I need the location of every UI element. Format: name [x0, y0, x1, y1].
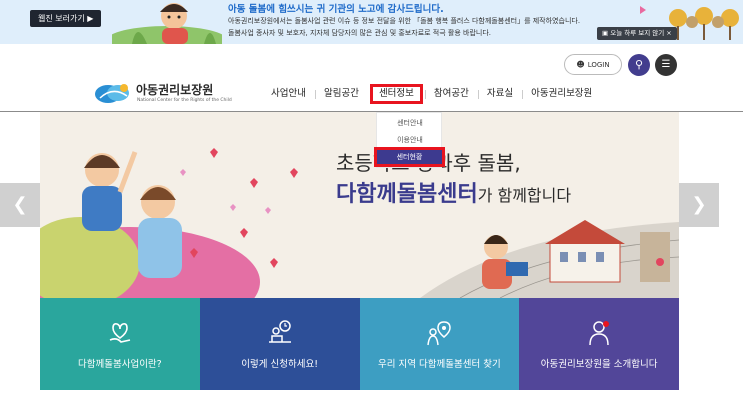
hero-center-name: 다함께돌봄센터	[336, 182, 478, 207]
site-logo[interactable]: 아동권리보장원 National Center for the Rights o…	[94, 80, 232, 106]
nav-item-business[interactable]: 사업안내	[262, 86, 315, 102]
quick-link-about-program[interactable]: 다함께돌봄사업이란?	[40, 298, 200, 390]
login-button[interactable]: ☻ LOGIN	[564, 54, 622, 75]
heart-hand-icon	[109, 323, 131, 343]
logo-text-english: National Center for the Rights of the Ch…	[137, 98, 232, 103]
hamburger-icon: ☰	[661, 59, 671, 70]
nav-item-ncrc[interactable]: 아동권리보장원	[522, 86, 601, 102]
quick-link-find-center[interactable]: 우리 지역 다함께돌봄센터 찾기	[359, 298, 520, 390]
submenu-item-center-guide[interactable]: 센터안내	[377, 118, 443, 128]
quick-link-label: 아동권리보장원을 소개합니다	[540, 359, 658, 370]
submenu-item-center-status[interactable]: 센터현황	[374, 147, 445, 167]
logo-text-korean: 아동권리보장원	[136, 83, 214, 97]
quick-link-label: 다함께돌봄사업이란?	[78, 359, 162, 370]
arrow-right-icon: ❯	[691, 194, 707, 215]
banner-title: 아동 돌봄에 힘쓰시는 귀 기관의 노고에 감사드립니다.	[228, 4, 444, 15]
hero-headline-suffix: 가 함께합니다	[477, 186, 572, 205]
quick-link-label: 우리 지역 다함께돌봄센터 찾기	[378, 359, 501, 370]
today-close-button[interactable]: ▣ 오늘 하루 보지 않기 ×	[597, 27, 677, 40]
slide-prev-button[interactable]: ❮	[0, 183, 40, 227]
quick-link-about-ncrc[interactable]: 아동권리보장원을 소개합니다	[519, 298, 679, 390]
search-button[interactable]: ⚲	[628, 54, 650, 76]
all-menu-button[interactable]: ☰	[655, 54, 677, 76]
person-badge-icon	[589, 321, 610, 346]
center-info-submenu: 센터안내 이용안내 센터현황	[374, 112, 445, 168]
top-notice-banner: 웹진 보러가기 ▶ 아동 돌봄에 힘쓰시는 귀 기관의 노고에 감사드립니다. …	[0, 0, 743, 44]
hero-visual: 초등학교 방과후 돌봄, 다함께돌봄센터가 함께합니다	[40, 112, 679, 298]
banner-text-line1: 아동권리보장원에서는 돌봄사업 관련 이슈 등 정보 전달을 위한 「돌봄 행복…	[228, 17, 581, 25]
nav-item-center-info[interactable]: 센터정보	[369, 84, 423, 104]
nav-item-notice[interactable]: 알림공간	[314, 86, 368, 102]
slide-next-button[interactable]: ❯	[679, 183, 719, 227]
page-bottom-area	[0, 390, 743, 410]
logo-mark-icon	[95, 84, 129, 103]
location-person-icon	[427, 321, 452, 346]
login-label: LOGIN	[587, 61, 610, 69]
banner-illustration	[112, 3, 222, 44]
quick-link-label: 이렇게 신청하세요!	[241, 359, 318, 370]
quick-link-how-to-apply[interactable]: 이렇게 신청하세요!	[199, 298, 360, 390]
search-icon: ⚲	[634, 58, 644, 71]
arrow-left-icon: ❮	[12, 194, 28, 215]
banner-text-line2: 돌봄사업 종사자 및 보호자, 지자체 담당자의 많은 관심 및 홍보자료로 적…	[228, 29, 491, 37]
page: 웹진 보러가기 ▶ 아동 돌봄에 힘쓰시는 귀 기관의 노고에 감사드립니다. …	[0, 0, 743, 410]
nav-item-archive[interactable]: 자료실	[477, 86, 522, 102]
webzine-button[interactable]: 웹진 보러가기 ▶	[30, 10, 102, 27]
nav-item-participation[interactable]: 참여공간	[424, 86, 478, 102]
submenu-item-usage-guide[interactable]: 이용안내	[377, 135, 443, 145]
hero-headline-line2: 다함께돌봄센터가 함께합니다	[336, 176, 571, 208]
desk-clock-icon	[268, 320, 291, 343]
submenu-item-center-status-label: 센터현황	[377, 150, 442, 164]
main-navigation: 사업안내 알림공간 센터정보 참여공간 자료실 아동권리보장원	[262, 84, 601, 104]
person-icon: ☻	[576, 60, 585, 69]
quick-links: 다함께돌봄사업이란? 이렇게 신청하세요! 우리 지역 다함께돌봄센터 찾기 아…	[40, 298, 679, 390]
